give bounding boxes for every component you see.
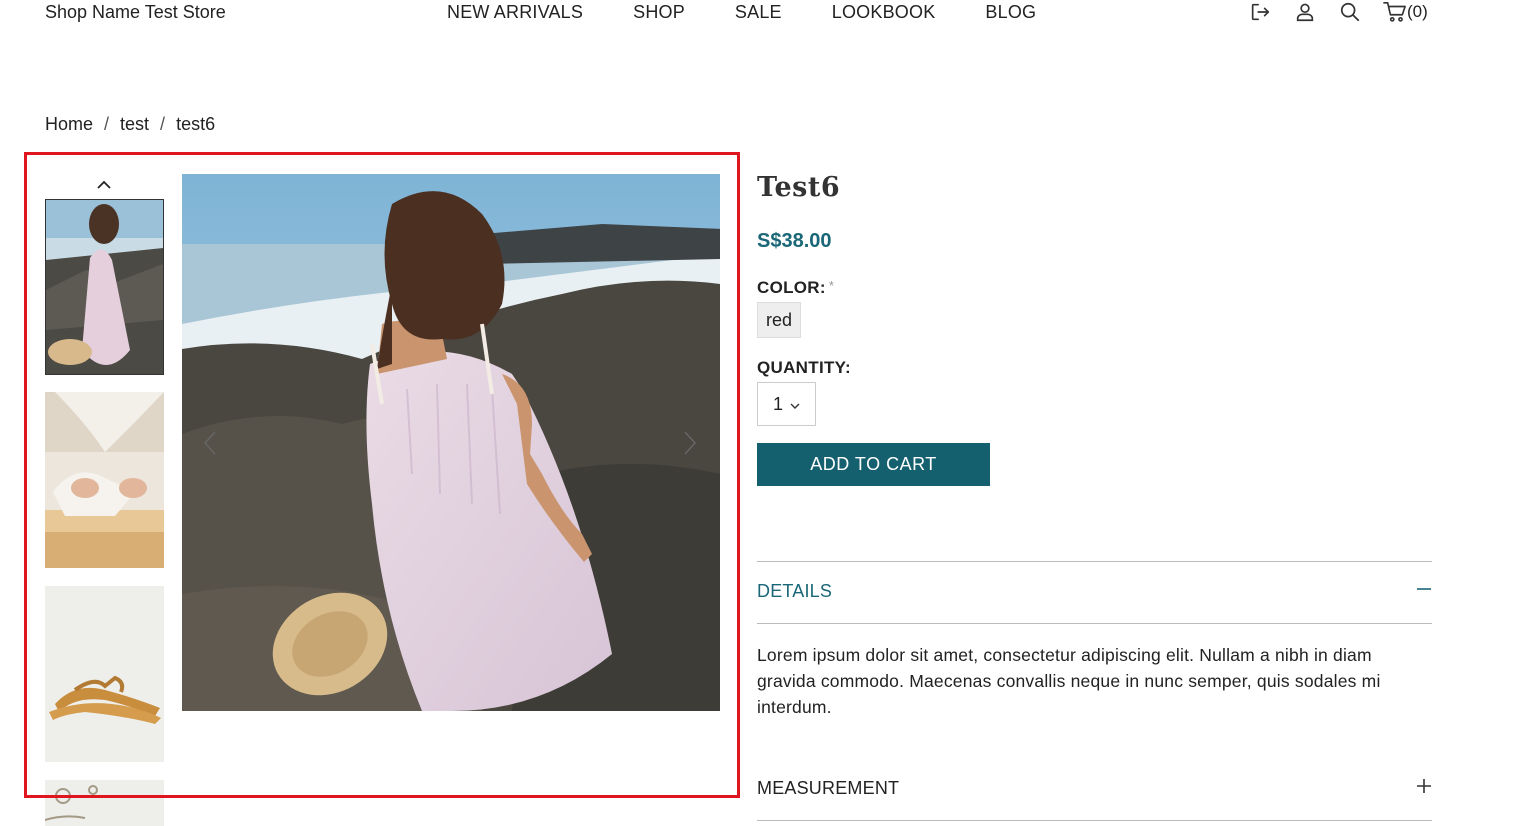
product-price: S$38.00 [757, 230, 832, 252]
breadcrumb-separator: / [160, 114, 166, 134]
nav-lookbook[interactable]: LOOKBOOK [832, 2, 936, 23]
divider [757, 561, 1432, 562]
search-icon[interactable] [1338, 0, 1362, 24]
cart-icon[interactable] [1383, 0, 1407, 24]
header-icons: (0) [1248, 0, 1428, 24]
quantity-label: QUANTITY: [757, 358, 851, 377]
breadcrumb-separator: / [104, 114, 110, 134]
thumbnail-2[interactable] [45, 392, 164, 568]
store-name[interactable]: Shop Name Test Store [45, 2, 226, 23]
thumbnail-1[interactable] [45, 199, 164, 375]
nav-new-arrivals[interactable]: NEW ARRIVALS [447, 2, 583, 23]
quantity-select[interactable]: 1 [757, 382, 816, 426]
chevron-down-icon [790, 394, 800, 415]
accordion-details-header[interactable]: DETAILS [757, 571, 1432, 611]
expand-icon[interactable] [1416, 778, 1432, 799]
details-description: Lorem ipsum dolor sit amet, consectetur … [757, 645, 1381, 717]
breadcrumb-home[interactable]: Home [45, 114, 93, 135]
product-title: Test6 [757, 172, 841, 203]
accordion-details-title: DETAILS [757, 580, 833, 601]
breadcrumb-current: test6 [176, 114, 216, 134]
nav-shop[interactable]: SHOP [633, 2, 685, 23]
thumb-scroll-up-icon[interactable] [93, 176, 115, 194]
thumbnail-4[interactable] [45, 780, 164, 826]
add-to-cart-button[interactable]: ADD TO CART [757, 443, 990, 486]
required-mark: * [828, 278, 835, 293]
logout-icon[interactable] [1248, 0, 1272, 24]
cart-link[interactable]: (0) [1383, 0, 1428, 24]
main-nav: NEW ARRIVALS SHOP SALE LOOKBOOK BLOG [447, 2, 1086, 23]
prev-image-icon[interactable] [200, 428, 220, 458]
breadcrumb: Home / test / test6 [45, 114, 215, 135]
cart-count[interactable]: (0) [1407, 2, 1428, 22]
nav-blog[interactable]: BLOG [985, 2, 1036, 23]
color-option-red[interactable]: red [757, 302, 801, 338]
user-icon[interactable] [1293, 0, 1317, 24]
color-label-text: COLOR: [757, 278, 826, 297]
thumbnail-3[interactable] [45, 586, 164, 762]
divider [757, 623, 1432, 624]
quantity-value: 1 [772, 393, 783, 414]
accordion-measurement-title: MEASUREMENT [757, 777, 900, 798]
breadcrumb-category[interactable]: test [120, 114, 149, 135]
nav-sale[interactable]: SALE [735, 2, 782, 23]
collapse-icon[interactable] [1416, 581, 1432, 602]
main-product-image[interactable] [182, 174, 720, 711]
divider [757, 820, 1432, 821]
next-image-icon[interactable] [680, 428, 700, 458]
accordion-measurement-header[interactable]: MEASUREMENT [757, 768, 1432, 808]
color-label: COLOR: * [757, 278, 834, 298]
